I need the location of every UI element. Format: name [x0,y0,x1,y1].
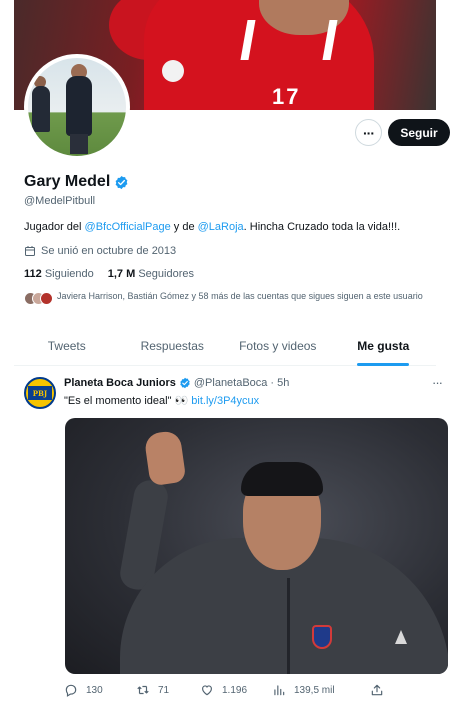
profile-name: Gary Medel [24,173,111,190]
tweet-text: "Es el momento ideal" 👀 bit.ly/3P4ycux [64,394,259,407]
followers-label: Seguidores [138,268,194,280]
photo-club-crest [312,625,332,649]
tweet-timestamp[interactable]: 5h [277,377,289,389]
mini-avatar [40,292,53,305]
avatar-figure-body [32,86,50,132]
reply-icon [65,684,77,697]
tweet-more-button[interactable]: ··· [432,375,443,390]
followers-count: 1,7 M [107,268,136,280]
tweet-link[interactable]: bit.ly/3P4ycux [191,395,259,407]
following-label: Siguiendo [44,268,94,280]
join-date-text: Se unió en octubre de 2013 [41,245,177,257]
banner-collar [240,20,338,60]
tweet[interactable]: PBJ Planeta Boca Juniors @PlanetaBoca · … [14,367,448,707]
bio-mention-bfc[interactable]: @BfcOfficialPage [85,221,171,233]
verified-badge-icon[interactable] [179,377,191,389]
views-button[interactable]: 139,5 mil [272,683,370,697]
like-button[interactable]: 1.196 [200,683,272,697]
views-chart-icon [274,685,285,696]
tweet-header: Planeta Boca Juniors @PlanetaBoca · 5h [64,377,289,389]
tweet-media-image[interactable] [65,418,448,674]
known-followers-avatars [24,292,53,306]
share-button[interactable] [370,683,384,697]
tweet-author-avatar[interactable]: PBJ [24,377,56,409]
photo-zipper [287,578,290,674]
profile-avatar[interactable] [24,54,130,160]
avatar-player-legs [70,134,88,154]
heart-icon [202,685,212,696]
known-followers[interactable]: Javiera Harrison, Bastián Gómez y 58 más… [24,290,437,306]
tweet-actions: 130 71 1.196 139,5 mil [64,683,384,697]
followers-link[interactable]: 1,7 M Seguidores [108,268,194,280]
retweet-button[interactable]: 71 [136,683,200,697]
tweet-separator: · [270,377,275,389]
bio-text: . Hincha Cruzado toda la vida!!!. [243,221,401,233]
following-count: 112 [24,268,42,280]
following-link[interactable]: 112 Siguiendo [24,268,94,280]
profile-tabs: Tweets Respuestas Fotos y videos Me gust… [14,326,436,366]
photo-hand [143,429,187,487]
calendar-icon [25,246,35,256]
tweet-text-body: "Es el momento ideal" 👀 [64,395,192,407]
bio-text: y de [170,221,198,233]
profile-handle: @MedelPitbull [24,195,96,207]
banner-jersey-number: 17 [272,84,301,109]
reply-button[interactable]: 130 [64,683,136,697]
tweet-author-name[interactable]: Planeta Boca Juniors [64,377,176,389]
tab-replies[interactable]: Respuestas [120,326,226,365]
verified-badge-icon[interactable] [114,175,129,190]
bio-text: Jugador del [24,221,85,233]
tab-media[interactable]: Fotos y videos [225,326,331,365]
tab-tweets[interactable]: Tweets [14,326,120,365]
tweet-avatar-initials: PBJ [28,386,52,400]
share-icon [371,684,383,696]
follow-stats: 112 Siguiendo 1,7 M Seguidores [24,268,194,280]
avatar-player-body [66,76,92,136]
tab-likes[interactable]: Me gusta [331,326,437,365]
bio-mention-laroja[interactable]: @LaRoja [198,221,244,233]
join-date: Se unió en octubre de 2013 [24,245,176,257]
more-options-button[interactable]: ··· [355,119,382,146]
like-count: 1.196 [222,684,248,696]
views-count: 139,5 mil [294,684,335,696]
tweet-author-handle[interactable]: @PlanetaBoca [194,377,268,389]
profile-name-row: Gary Medel [24,173,129,191]
reply-count: 130 [86,684,103,696]
retweet-count: 71 [158,684,170,696]
profile-bio: Jugador del @BfcOfficialPage y de @LaRoj… [24,221,400,233]
retweet-icon [137,685,149,695]
follow-button[interactable]: Seguir [388,119,450,146]
known-followers-text: Javiera Harrison, Bastián Gómez y 58 más… [57,291,423,301]
photo-hair [241,462,323,496]
banner-badge [162,60,184,82]
